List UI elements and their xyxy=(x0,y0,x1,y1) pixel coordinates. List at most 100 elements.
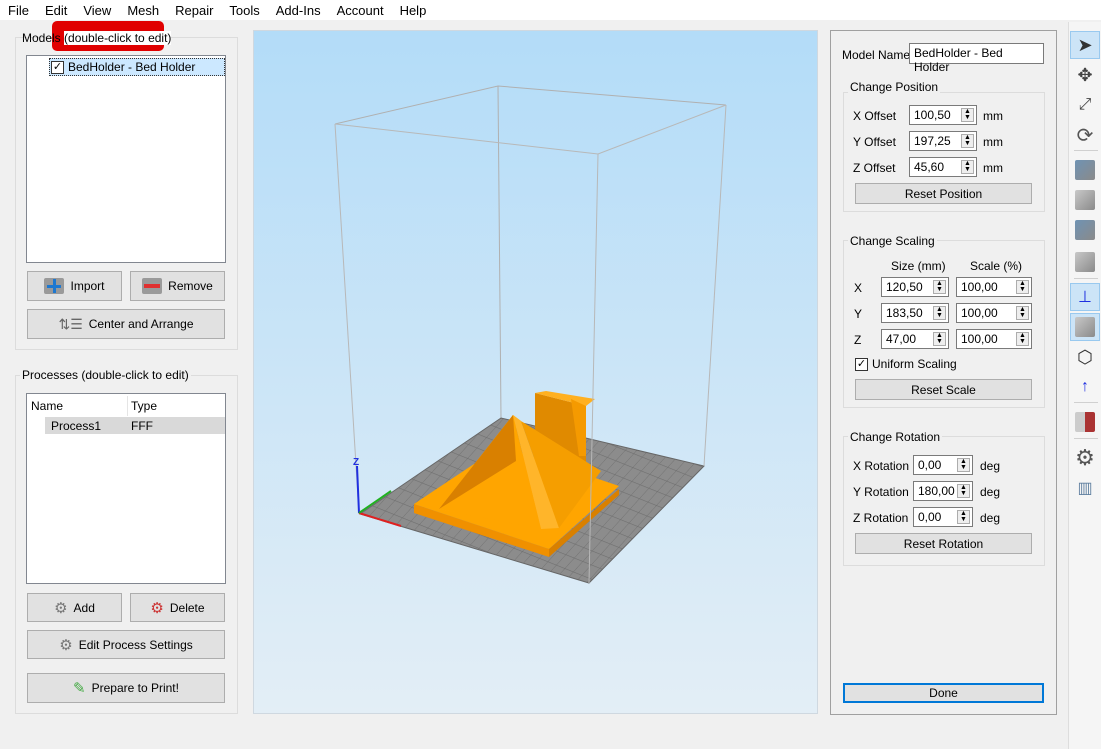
models-title-hint: (double-click to edit) xyxy=(64,31,172,45)
cross-section-button[interactable] xyxy=(1070,408,1100,436)
scale-input[interactable]: 100,00 ▲ ▼ xyxy=(956,277,1032,297)
processes-title: Processes (double-click to edit) xyxy=(20,368,191,382)
shaded-view-button[interactable] xyxy=(1070,313,1100,341)
reset-rotation-button[interactable]: Reset Rotation xyxy=(855,533,1032,554)
checkbox-box: ✓ xyxy=(855,357,868,371)
uniform-scaling-checkbox[interactable]: ✓ Uniform Scaling xyxy=(855,357,957,371)
spinner-arrows-icon[interactable]: ▲ ▼ xyxy=(1016,306,1029,320)
menu-tools[interactable]: Tools xyxy=(221,3,267,18)
reset-position-button[interactable]: Reset Position xyxy=(855,183,1032,204)
unit-label: mm xyxy=(983,135,1003,149)
spinner-arrows-icon[interactable]: ▲ ▼ xyxy=(1016,280,1029,294)
spinner-arrows-icon[interactable]: ▲ ▼ xyxy=(961,160,974,174)
normals-button[interactable]: ↑ xyxy=(1070,373,1100,401)
position-label: X Offset xyxy=(853,109,897,123)
import-label: Import xyxy=(70,279,105,293)
size-input-value: 120,50 xyxy=(886,280,923,294)
gears-add-icon: ⚙ xyxy=(54,599,68,617)
unit-label: deg xyxy=(980,485,1001,499)
toolbar-separator xyxy=(1074,278,1098,279)
position-input[interactable]: 45,60 ▲ ▼ xyxy=(909,157,977,177)
view-top-button[interactable] xyxy=(1070,156,1100,184)
spinner-arrows-icon[interactable]: ▲ ▼ xyxy=(1016,332,1029,346)
toolbar-separator xyxy=(1074,150,1098,151)
spinner-arrows-icon[interactable]: ▲ ▼ xyxy=(933,332,946,346)
menu-bar: File Edit View Mesh Repair Tools Add-Ins… xyxy=(0,0,1101,20)
model-name-input[interactable]: BedHolder - Bed Holder xyxy=(909,43,1044,74)
import-button[interactable]: Import xyxy=(27,271,122,301)
menu-add-ins[interactable]: Add-Ins xyxy=(268,3,329,18)
view-front-button[interactable] xyxy=(1070,186,1100,214)
add-process-button[interactable]: ⚙ Add xyxy=(27,593,122,622)
build-volume-back xyxy=(334,85,727,419)
spinner-arrows-icon[interactable]: ▲ ▼ xyxy=(957,510,970,524)
position-input[interactable]: 197,25 ▲ ▼ xyxy=(909,131,977,151)
scale-input[interactable]: 100,00 ▲ ▼ xyxy=(956,329,1032,349)
position-input[interactable]: 100,50 ▲ ▼ xyxy=(909,105,977,125)
rotate-button[interactable]: ⟳ xyxy=(1070,121,1100,149)
select-button[interactable]: ➤ xyxy=(1070,31,1100,59)
rotation-input[interactable]: 180,00 ▲ ▼ xyxy=(913,481,973,501)
view-side-button[interactable] xyxy=(1070,216,1100,244)
column-name[interactable]: Name xyxy=(31,399,63,413)
gears-delete-icon: ⚙ xyxy=(150,599,164,617)
unit-label: deg xyxy=(980,459,1001,473)
edit-process-settings-button[interactable]: ⚙ Edit Process Settings xyxy=(27,630,225,659)
menu-view[interactable]: View xyxy=(75,3,119,18)
rotation-label: Z Rotation xyxy=(853,511,909,525)
menu-mesh[interactable]: Mesh xyxy=(119,3,167,18)
rotation-input-value: 0,00 xyxy=(918,510,942,524)
column-type[interactable]: Type xyxy=(131,399,157,413)
arrange-icon: ⇅☰ xyxy=(58,315,83,332)
spinner-arrows-icon[interactable]: ▲ ▼ xyxy=(957,484,970,498)
model-name: BedHolder - Bed Holder xyxy=(68,60,196,74)
spinner-arrows-icon[interactable]: ▲ ▼ xyxy=(961,134,974,148)
spinner-arrows-icon[interactable]: ▲ ▼ xyxy=(933,280,946,294)
edit-process-label: Edit Process Settings xyxy=(78,637,193,652)
settings-button[interactable]: ⚙ xyxy=(1070,444,1100,472)
scale-button[interactable]: ⤢ xyxy=(1070,91,1100,119)
center-arrange-button[interactable]: ⇅☰ Center and Arrange xyxy=(27,309,225,339)
remove-icon xyxy=(142,278,163,294)
size-input[interactable]: 183,50 ▲ ▼ xyxy=(881,303,949,323)
spinner-arrows-icon[interactable]: ▲ ▼ xyxy=(957,458,970,472)
menu-file[interactable]: File xyxy=(0,3,37,18)
prepare-label: Prepare to Print! xyxy=(91,681,179,695)
center-arrange-label: Center and Arrange xyxy=(88,317,194,331)
menu-repair[interactable]: Repair xyxy=(167,3,221,18)
remove-button[interactable]: Remove xyxy=(130,271,225,301)
scale-input-value: 100,00 xyxy=(961,332,998,346)
size-input[interactable]: 120,50 ▲ ▼ xyxy=(881,277,949,297)
supports-button[interactable]: ▥ xyxy=(1070,474,1100,502)
rotation-label: X Rotation xyxy=(853,459,910,473)
table-row[interactable]: Process1 FFF xyxy=(45,417,225,434)
3d-viewport[interactable]: Z xyxy=(253,30,818,714)
reset-scale-button[interactable]: Reset Scale xyxy=(855,379,1032,400)
delete-process-button[interactable]: ⚙ Delete xyxy=(130,593,225,622)
view-iso-button[interactable] xyxy=(1070,248,1100,276)
models-list[interactable]: ✓ BedHolder - Bed Holder xyxy=(26,55,226,263)
spinner-arrows-icon[interactable]: ▲ ▼ xyxy=(933,306,946,320)
list-item[interactable]: ✓ BedHolder - Bed Holder xyxy=(49,58,225,76)
view-top-icon xyxy=(1075,160,1095,180)
shaded-view-icon xyxy=(1075,317,1095,337)
size-input[interactable]: 47,00 ▲ ▼ xyxy=(881,329,949,349)
prepare-to-print-button[interactable]: ✎ Prepare to Print! xyxy=(27,673,225,703)
model-checkbox[interactable]: ✓ xyxy=(51,60,64,74)
done-button[interactable]: Done xyxy=(843,683,1044,703)
spinner-arrows-icon[interactable]: ▲ ▼ xyxy=(961,108,974,122)
rotation-input[interactable]: 0,00 ▲ ▼ xyxy=(913,455,973,475)
unit-label: mm xyxy=(983,109,1003,123)
move-button[interactable]: ✥ xyxy=(1070,61,1100,89)
model-name-label: Model Name: xyxy=(842,48,914,62)
position-input-value: 197,25 xyxy=(914,134,951,148)
wireframe-view-button[interactable]: ⬡ xyxy=(1070,343,1100,371)
processes-table[interactable]: Name Type Process1 FFF xyxy=(26,393,226,584)
menu-help[interactable]: Help xyxy=(392,3,435,18)
scale-input[interactable]: 100,00 ▲ ▼ xyxy=(956,303,1032,323)
axes-button[interactable]: ⊥ xyxy=(1070,283,1100,311)
size-input-value: 47,00 xyxy=(886,332,917,346)
menu-account[interactable]: Account xyxy=(329,3,392,18)
rotation-input[interactable]: 0,00 ▲ ▼ xyxy=(913,507,973,527)
menu-edit[interactable]: Edit xyxy=(37,3,75,18)
